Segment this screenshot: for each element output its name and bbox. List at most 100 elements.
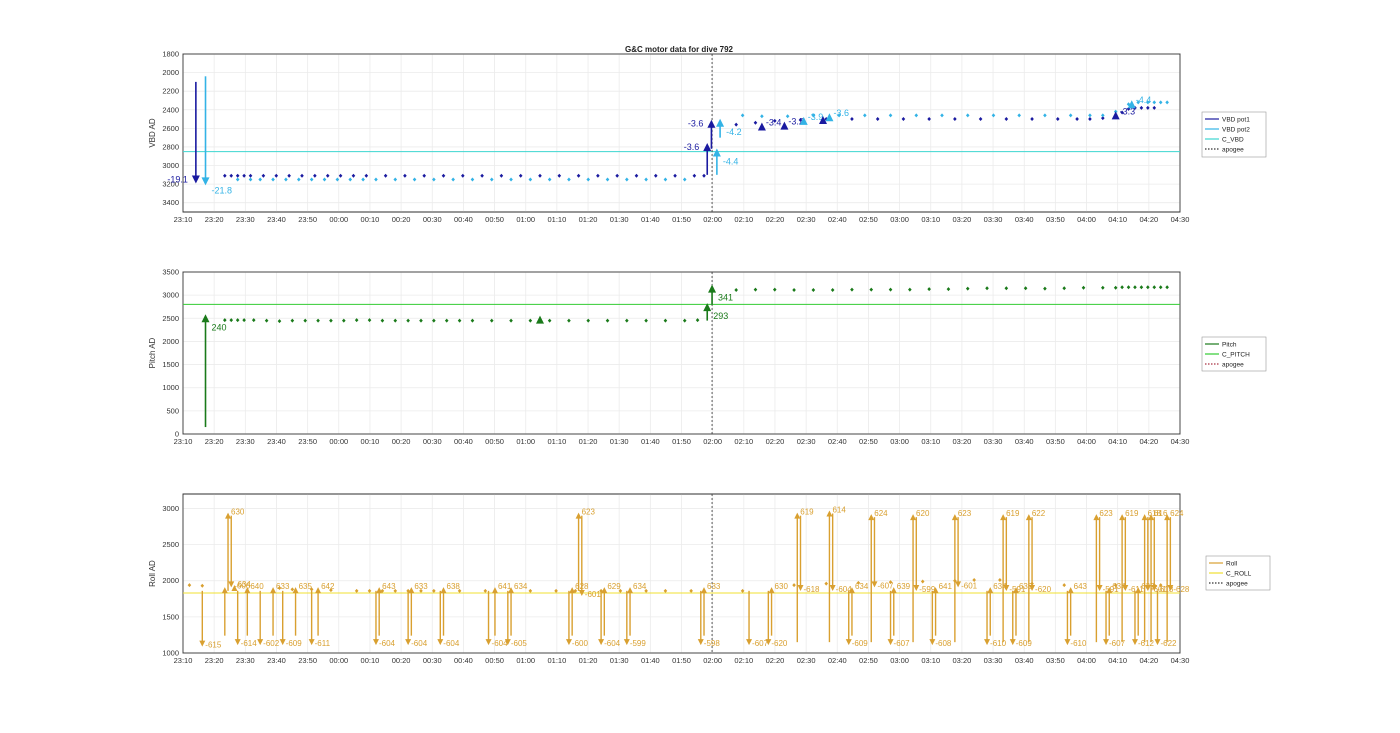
x-tick-label: 02:20 xyxy=(766,215,785,224)
roll-label: -604 xyxy=(379,639,396,648)
x-tick-label: 02:10 xyxy=(734,215,753,224)
x-tick-label: 04:00 xyxy=(1077,437,1096,446)
y-tick-label: 1000 xyxy=(162,383,179,392)
x-tick-label: 01:30 xyxy=(610,215,629,224)
roll-label: -607 xyxy=(1109,639,1126,648)
y-tick-label: 1500 xyxy=(162,612,179,621)
x-tick-label: 00:50 xyxy=(485,215,504,224)
x-tick-label: 02:50 xyxy=(859,215,878,224)
event-label: 293 xyxy=(713,311,728,321)
x-tick-label: 04:00 xyxy=(1077,656,1096,665)
legend-label: C_VBD xyxy=(1222,137,1244,144)
event-label: 240 xyxy=(212,322,227,332)
legend-label: apogee xyxy=(1222,362,1244,369)
y-tick-label: 2800 xyxy=(162,142,179,151)
x-tick-label: 00:40 xyxy=(454,215,473,224)
x-tick-label: 00:20 xyxy=(392,215,411,224)
x-tick-label: 04:30 xyxy=(1171,656,1190,665)
legend-label: C_PITCH xyxy=(1222,352,1250,359)
roll-label: -622 xyxy=(1160,639,1177,648)
x-tick-label: 04:10 xyxy=(1108,215,1127,224)
y-tick-label: 3000 xyxy=(162,161,179,170)
x-tick-label: 04:10 xyxy=(1108,437,1127,446)
x-tick-label: 02:30 xyxy=(797,656,816,665)
roll-label: 635 xyxy=(299,582,313,591)
legend-label: C_ROLL xyxy=(1226,571,1252,578)
roll-label: 622 xyxy=(1032,509,1046,518)
x-tick-label: 23:40 xyxy=(267,437,286,446)
x-tick-label: 03:20 xyxy=(953,215,972,224)
x-tick-label: 23:30 xyxy=(236,656,255,665)
roll-label: -620 xyxy=(1035,585,1052,594)
x-tick-label: 23:50 xyxy=(298,656,317,665)
x-tick-label: 00:40 xyxy=(454,437,473,446)
legend-label: Pitch xyxy=(1222,342,1237,349)
roll-label: -607 xyxy=(894,639,911,648)
x-tick-label: 02:30 xyxy=(797,215,816,224)
y-tick-label: 2600 xyxy=(162,124,179,133)
legend-label: apogee xyxy=(1226,581,1248,588)
roll-label: 643 xyxy=(382,582,396,591)
x-tick-label: 01:40 xyxy=(641,437,660,446)
y-tick-label: 2500 xyxy=(162,540,179,549)
roll-label: -600 xyxy=(572,639,589,648)
roll-label: -607 xyxy=(877,581,894,590)
x-tick-label: 01:00 xyxy=(516,437,535,446)
event-label: -19.1 xyxy=(167,174,188,184)
event-label: -4.2 xyxy=(726,127,742,137)
roll-label: 623 xyxy=(582,508,596,517)
event-label: -3.6 xyxy=(688,119,704,129)
roll-label: -601 xyxy=(585,590,602,599)
x-tick-label: 23:20 xyxy=(205,437,224,446)
x-tick-label: 02:20 xyxy=(766,437,785,446)
x-tick-label: 03:30 xyxy=(984,437,1003,446)
roll-label: -604 xyxy=(604,639,621,648)
x-tick-label: 03:30 xyxy=(984,215,1003,224)
x-tick-label: 03:40 xyxy=(1015,437,1034,446)
roll-label: 634 xyxy=(633,582,647,591)
panel-roll: 23:10 23:20 23:30 23:40 23:50 00:00 00:10 00:20… xyxy=(148,493,1271,665)
roll-label: -604 xyxy=(411,639,428,648)
y-axis-label: VBD AD xyxy=(148,118,157,148)
x-tick-label: 23:30 xyxy=(236,437,255,446)
x-tick-label: 02:10 xyxy=(734,656,753,665)
x-tick-label: 03:00 xyxy=(890,656,909,665)
roll-label: 633 xyxy=(276,582,290,591)
x-tick-label: 23:40 xyxy=(267,215,286,224)
legend-label: Roll xyxy=(1226,561,1238,568)
x-tick-label: 00:00 xyxy=(329,437,348,446)
x-tick-label: 04:30 xyxy=(1171,437,1190,446)
y-axis-label: Pitch AD xyxy=(148,337,157,368)
x-tick-label: 02:50 xyxy=(859,656,878,665)
x-tick-label: 01:10 xyxy=(547,656,566,665)
event-label: -4.4 xyxy=(723,157,739,167)
event-label: -21.8 xyxy=(212,185,233,195)
x-tick-label: 03:40 xyxy=(1015,215,1034,224)
y-tick-label: 3500 xyxy=(162,268,179,277)
x-tick-label: 02:10 xyxy=(734,437,753,446)
roll-label: -618 xyxy=(803,585,820,594)
marker-label: -3.4 xyxy=(766,117,782,127)
x-tick-label: 01:50 xyxy=(672,215,691,224)
event-label: -3.6 xyxy=(684,142,700,152)
x-tick-label: 03:20 xyxy=(953,437,972,446)
marker-label: -4.4 xyxy=(1136,95,1152,105)
y-tick-label: 3000 xyxy=(162,504,179,513)
roll-label: 641 xyxy=(939,582,953,591)
roll-label: 623 xyxy=(1099,509,1113,518)
x-tick-label: 01:40 xyxy=(641,215,660,224)
x-tick-label: 04:20 xyxy=(1139,437,1158,446)
y-tick-label: 1800 xyxy=(162,50,179,59)
legend-label: VBD pot2 xyxy=(1222,127,1250,134)
x-tick-label: 00:00 xyxy=(329,656,348,665)
roll-label: 634 xyxy=(514,582,528,591)
x-tick-label: 01:30 xyxy=(610,437,629,446)
x-tick-label: 01:20 xyxy=(579,656,598,665)
x-tick-label: 01:00 xyxy=(516,656,535,665)
x-tick-label: 03:00 xyxy=(890,437,909,446)
roll-label: 633 xyxy=(707,582,721,591)
roll-label: 624 xyxy=(1170,509,1184,518)
x-tick-label: 03:10 xyxy=(921,437,940,446)
roll-label: -614 xyxy=(241,639,258,648)
x-tick-label: 01:50 xyxy=(672,656,691,665)
